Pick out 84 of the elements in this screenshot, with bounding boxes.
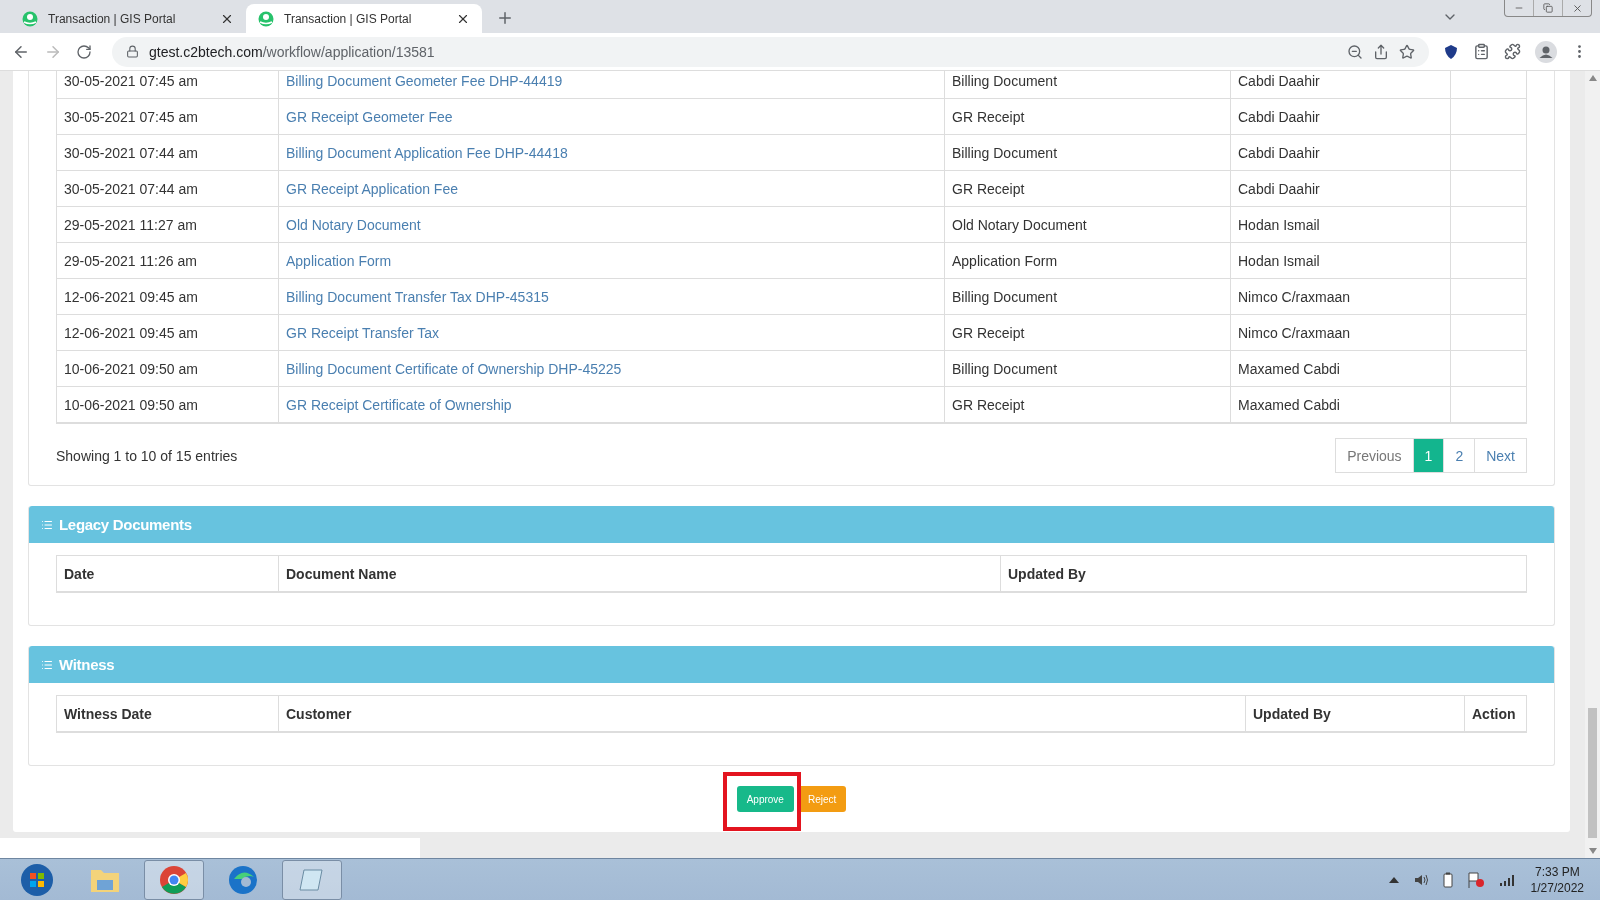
- browser-tab[interactable]: Transaction | GIS Portal: [246, 4, 482, 33]
- document-link[interactable]: GR Receipt Certificate of Ownership: [286, 396, 512, 413]
- table-cell-text: 12-06-2021 09:45 am: [63, 287, 199, 307]
- table-cell: Hodan Ismail: [1230, 207, 1450, 242]
- table-cell: Cabdi Daahir: [1230, 171, 1450, 206]
- table-cell: Nimco C/raxmaan: [1230, 315, 1450, 350]
- document-link[interactable]: GR Receipt Geometer Fee: [286, 108, 453, 125]
- table-cell-text: 29-05-2021 11:26 am: [63, 251, 198, 271]
- column-header: Document Name: [278, 556, 1000, 591]
- scroll-up-icon[interactable]: [1588, 75, 1597, 81]
- table-cell: Hodan Ismail: [1230, 243, 1450, 278]
- star-icon[interactable]: [1399, 43, 1415, 60]
- table-cell: Cabdi Daahir: [1230, 71, 1450, 98]
- previous-button[interactable]: Previous: [1335, 438, 1414, 473]
- table-cell: GR Receipt: [944, 171, 1230, 206]
- table-cell: Old Notary Document: [944, 207, 1230, 242]
- browser-tab[interactable]: Transaction | GIS Portal: [10, 4, 246, 33]
- panel-title: Witness: [59, 656, 115, 673]
- scroll-down-icon[interactable]: [1588, 848, 1597, 854]
- column-header: Date: [63, 564, 96, 584]
- battery-icon[interactable]: [1442, 871, 1453, 888]
- column-header: Action: [1464, 696, 1526, 731]
- signal-icon[interactable]: [1498, 872, 1517, 887]
- table-cell: Billing Document: [944, 71, 1230, 98]
- restore-icon[interactable]: [1543, 3, 1553, 13]
- share-icon[interactable]: [1373, 43, 1389, 60]
- table-cell: Maxamed Cabdi: [1230, 387, 1450, 422]
- table-cell: Cabdi Daahir: [1230, 135, 1450, 170]
- document-link[interactable]: Old Notary Document: [286, 216, 421, 233]
- document-link[interactable]: Application Form: [286, 252, 392, 269]
- clock-date: 1/27/2022: [1530, 879, 1584, 896]
- column-header: Witness Date: [63, 704, 153, 724]
- table-cell-text: 30-05-2021 07:44 am: [63, 143, 199, 163]
- shield-icon[interactable]: [1443, 43, 1459, 60]
- table-cell-text: 12-06-2021 09:45 am: [63, 323, 199, 343]
- column-header: Customer: [278, 696, 1245, 731]
- table-cell: Billing Document: [944, 135, 1230, 170]
- table-cell: GR Receipt: [944, 387, 1230, 422]
- table-cell: Billing Document: [944, 279, 1230, 314]
- entries-info: Showing 1 to 10 of 15 entries: [56, 447, 238, 464]
- clock-time: 7:33 PM: [1534, 863, 1580, 880]
- document-link[interactable]: Billing Document Geometer Fee DHP-44419: [286, 72, 563, 89]
- new-tab-icon[interactable]: [496, 9, 514, 27]
- browser-icon[interactable]: [144, 859, 204, 900]
- profile-icon[interactable]: [1535, 40, 1557, 63]
- url-text: gtest.c2btech.com/workflow/application/13581: [149, 43, 436, 60]
- scroll-thumb[interactable]: [1588, 708, 1597, 838]
- caret-up-icon[interactable]: [1388, 875, 1399, 884]
- extensions-icon[interactable]: [1504, 43, 1521, 60]
- address-bar[interactable]: gtest.c2btech.com/workflow/application/13581: [112, 36, 1429, 67]
- approve-button[interactable]: Approve: [736, 786, 794, 812]
- document-link[interactable]: Billing Document Transfer Tax DHP-45315: [286, 288, 549, 305]
- globe-logo-icon: [22, 10, 38, 27]
- table-cell-text: 30-05-2021 07:44 am: [63, 179, 199, 199]
- next-button[interactable]: Next: [1474, 438, 1527, 473]
- column-header: Updated By: [1000, 556, 1526, 591]
- table-cell: Billing Document: [944, 351, 1230, 386]
- lock-icon: [126, 45, 139, 58]
- reload-icon[interactable]: [76, 43, 92, 60]
- table-cell: GR Receipt: [944, 315, 1230, 350]
- table-cell: Application Form: [944, 243, 1230, 278]
- table-cell: Maxamed Cabdi: [1230, 351, 1450, 386]
- document-link[interactable]: GR Receipt Transfer Tax: [286, 324, 440, 341]
- panel-title: Legacy Documents: [59, 516, 192, 533]
- clipboard-icon[interactable]: [1473, 43, 1490, 60]
- page-button[interactable]: 1: [1412, 438, 1445, 473]
- document-link[interactable]: GR Receipt Application Fee: [286, 180, 458, 197]
- document-link[interactable]: Billing Document Application Fee DHP-44418: [286, 144, 568, 161]
- table-cell-text: 10-06-2021 09:50 am: [63, 395, 199, 415]
- table-cell-text: 30-05-2021 07:45 am: [63, 107, 199, 127]
- table-cell: Cabdi Daahir: [1230, 99, 1450, 134]
- globe-logo-icon: [258, 10, 274, 27]
- table-cell: Nimco C/raxmaan: [1230, 279, 1450, 314]
- table-cell-text: 10-06-2021 09:50 am: [63, 359, 199, 379]
- column-header: Updated By: [1245, 696, 1464, 731]
- zoom-out-icon[interactable]: [1347, 43, 1363, 60]
- table-cell-text: 30-05-2021 07:45 am: [63, 71, 199, 91]
- list-icon: [41, 518, 53, 531]
- table-cell-text: 29-05-2021 11:27 am: [63, 215, 198, 235]
- document-link[interactable]: Billing Document Certificate of Ownership DHP-45225: [286, 360, 622, 377]
- flag-icon[interactable]: [1466, 871, 1485, 888]
- page-button[interactable]: 2: [1443, 438, 1476, 473]
- table-cell: GR Receipt: [944, 99, 1230, 134]
- list-icon: [41, 658, 53, 671]
